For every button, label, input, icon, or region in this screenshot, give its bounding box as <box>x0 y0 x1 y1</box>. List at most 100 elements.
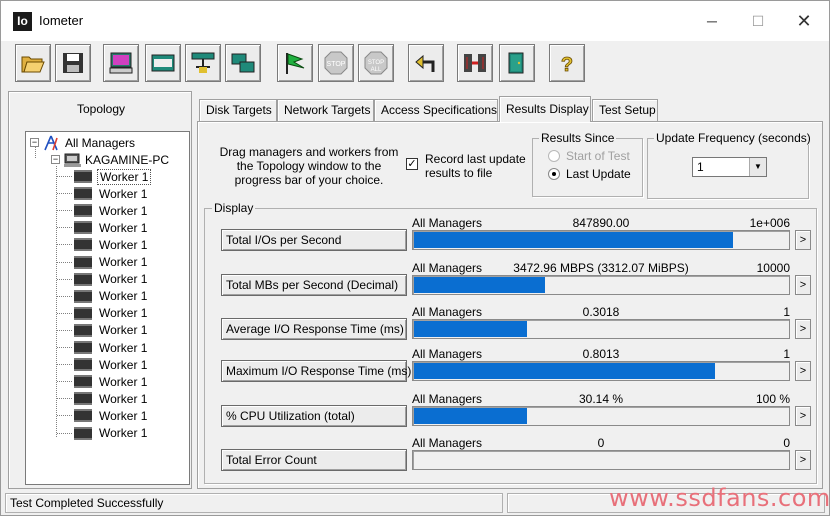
tree-node-worker[interactable]: Worker 1 <box>57 271 149 288</box>
tree-node-worker[interactable]: Worker 1 <box>57 390 149 407</box>
reset-workers-button[interactable] <box>408 44 444 82</box>
tree-node-worker[interactable]: Worker 1 <box>57 288 149 305</box>
start-network-worker-button[interactable] <box>145 44 181 82</box>
metric-select-button[interactable]: Total Error Count <box>221 449 407 471</box>
tree-node-manager[interactable]: − KAGAMINE-PC <box>51 151 169 168</box>
stop-label: STOP <box>327 61 346 68</box>
tab-access-specifications[interactable]: Access Specifications <box>374 99 498 121</box>
tree-label-worker: Worker 1 <box>99 357 148 372</box>
metric-bar <box>412 406 790 426</box>
tree-node-worker[interactable]: Worker 1 <box>57 168 152 185</box>
metric-select-button[interactable]: Total MBs per Second (Decimal) <box>221 274 407 296</box>
undo-arrow-icon <box>415 54 435 72</box>
tab-results-display[interactable]: Results Display <box>499 96 591 122</box>
tree-line <box>57 295 72 297</box>
tree-label-worker: Worker 1 <box>99 186 148 201</box>
metric-bar <box>412 230 790 250</box>
metric-select-button[interactable]: Total I/Os per Second <box>221 229 407 251</box>
tree-line <box>57 364 72 366</box>
metric-bar-fill <box>414 321 527 337</box>
start-of-test-label: Start of Test <box>566 149 630 163</box>
worker-icon <box>74 272 92 286</box>
metric-expand-button[interactable]: > <box>795 450 811 470</box>
tree-label-worker: Worker 1 <box>99 323 148 338</box>
metric-select-button[interactable]: % CPU Utilization (total) <box>221 405 407 427</box>
tree-label-worker: Worker 1 <box>99 220 148 235</box>
tab-test-setup[interactable]: Test Setup <box>592 99 658 121</box>
worker-icon <box>74 255 92 269</box>
copy-worker-button[interactable] <box>225 44 261 82</box>
tree-label-worker: Worker 1 <box>97 168 152 185</box>
tree-node-worker[interactable]: Worker 1 <box>57 202 149 219</box>
tree-node-worker[interactable]: Worker 1 <box>57 339 149 356</box>
metric-expand-button[interactable]: > <box>795 319 811 339</box>
open-config-button[interactable] <box>15 44 51 82</box>
tab-disk-targets[interactable]: Disk Targets <box>199 99 277 121</box>
stop-sign-icon: STOP <box>324 51 348 75</box>
monitor-icon <box>109 52 133 74</box>
stop-all-button[interactable]: STOP ALL <box>358 44 394 82</box>
tree-line <box>57 210 72 212</box>
tree-node-worker[interactable]: Worker 1 <box>57 185 149 202</box>
tree-node-worker[interactable]: Worker 1 <box>57 356 149 373</box>
worker-icon <box>74 426 92 440</box>
disconnect-button[interactable] <box>457 44 493 82</box>
green-flag-icon <box>286 53 305 74</box>
worker-icon <box>74 358 92 372</box>
collapse-toggle[interactable]: − <box>51 155 60 164</box>
app-window: Io Iometer ─ ☐ ✕ STOP STOP ALL ? Topolog… <box>0 0 830 516</box>
metric-expand-button[interactable]: > <box>795 275 811 295</box>
svg-text:?: ? <box>561 54 573 76</box>
tree-line <box>57 193 72 195</box>
tree-line <box>57 261 72 263</box>
exit-door-icon <box>508 52 524 74</box>
update-frequency-legend: Update Frequency (seconds) <box>654 131 813 145</box>
start-of-test-radio[interactable] <box>548 150 560 162</box>
metric-select-button[interactable]: Maximum I/O Response Time (ms) <box>221 360 411 382</box>
tree-node-worker[interactable]: Worker 1 <box>57 322 149 339</box>
tree-node-worker[interactable]: Worker 1 <box>57 254 149 271</box>
worker-icon <box>74 238 92 252</box>
tree-node-worker[interactable]: Worker 1 <box>57 219 149 236</box>
worker-icon <box>74 204 92 218</box>
chevron-down-icon[interactable]: ▼ <box>749 158 766 176</box>
tree-node-all-managers[interactable]: − All Managers <box>30 134 135 151</box>
tree-node-worker[interactable]: Worker 1 <box>57 407 149 424</box>
stop-current-button[interactable]: STOP <box>318 44 354 82</box>
tree-label-worker: Worker 1 <box>99 272 148 287</box>
start-disk-worker-button[interactable] <box>103 44 139 82</box>
add-manager-button[interactable] <box>185 44 221 82</box>
metric-select-button[interactable]: Average I/O Response Time (ms) <box>221 318 407 340</box>
record-results-checkbox[interactable]: ✓ <box>406 158 418 170</box>
app-logo-icon: Io <box>13 12 32 31</box>
tree-line <box>56 166 57 437</box>
last-update-radio[interactable] <box>548 168 560 180</box>
metric-expand-button[interactable]: > <box>795 230 811 250</box>
close-button[interactable]: ✕ <box>781 1 827 41</box>
tree-node-worker[interactable]: Worker 1 <box>57 425 149 442</box>
worker-icon <box>74 392 92 406</box>
metric-max: 1e+006 <box>749 216 790 230</box>
metric-max: 1 <box>783 305 790 319</box>
tab-network-targets[interactable]: Network Targets <box>277 99 374 121</box>
metric-expand-button[interactable]: > <box>795 406 811 426</box>
start-tests-button[interactable] <box>277 44 313 82</box>
topology-tree[interactable]: − All Managers − KAGAMINE-PC Worker 1 Wor… <box>25 131 190 485</box>
floppy-disk-icon <box>63 53 83 73</box>
metric-bar <box>412 275 790 295</box>
tree-node-worker[interactable]: Worker 1 <box>57 305 149 322</box>
update-frequency-select[interactable]: 1 ▼ <box>692 157 767 177</box>
minimize-button[interactable]: ─ <box>689 1 735 41</box>
collapse-toggle[interactable]: − <box>30 138 39 147</box>
tree-label-worker: Worker 1 <box>99 374 148 389</box>
toolbar: STOP STOP ALL ? <box>1 41 829 87</box>
about-button[interactable]: ? <box>549 44 585 82</box>
metric-expand-button[interactable]: > <box>795 361 811 381</box>
worker-icon <box>74 221 92 235</box>
exit-button[interactable] <box>499 44 535 82</box>
tree-node-worker[interactable]: Worker 1 <box>57 236 149 253</box>
maximize-button[interactable]: ☐ <box>735 1 781 41</box>
record-results-label: Record last update results to file <box>425 152 526 180</box>
save-config-button[interactable] <box>55 44 91 82</box>
tree-node-worker[interactable]: Worker 1 <box>57 373 149 390</box>
